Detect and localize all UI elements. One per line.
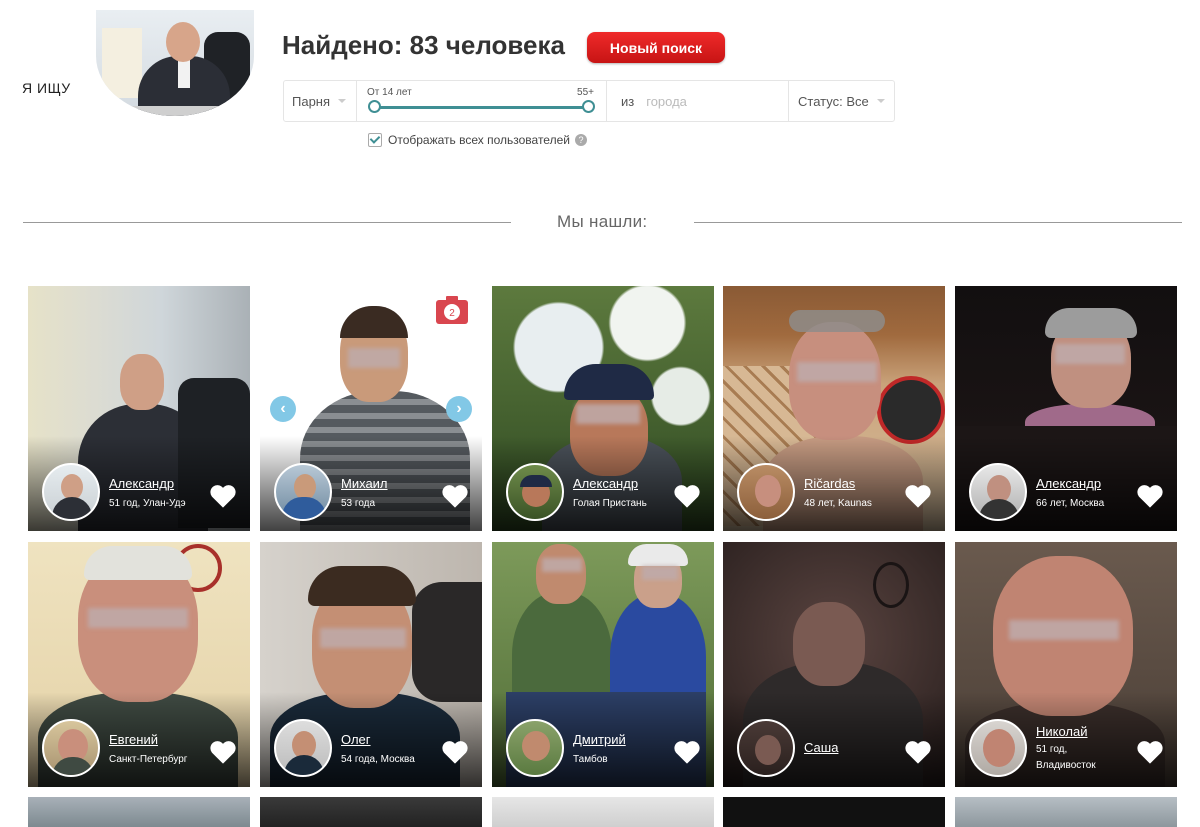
profile-name-link[interactable]: Олег xyxy=(341,732,371,747)
city-filter: из xyxy=(607,81,789,121)
divider-left xyxy=(23,222,511,223)
profile-meta: Тамбов xyxy=(573,754,608,765)
camera-icon[interactable]: 2 xyxy=(436,296,468,324)
heart-icon[interactable] xyxy=(1136,483,1164,509)
profile-name-link[interactable]: Александр xyxy=(1036,476,1101,491)
status-select-value: Статус: Все xyxy=(798,93,869,109)
avatar[interactable] xyxy=(506,719,564,777)
show-all-label: Отображать всех пользователей xyxy=(388,133,570,147)
profile-card[interactable]: Александр 51 год, Улан-Удэ xyxy=(28,286,250,531)
age-from-label: От 14 лет xyxy=(367,87,412,98)
avatar[interactable] xyxy=(42,719,100,777)
carousel-next-button[interactable]: › xyxy=(446,396,472,422)
profile-name-link[interactable]: Александр xyxy=(573,476,638,491)
profile-meta: 51 год, xyxy=(1036,744,1068,755)
status-select[interactable]: Статус: Все xyxy=(789,81,894,121)
results-count-title: Найдено: 83 человека xyxy=(282,30,565,60)
heart-icon[interactable] xyxy=(209,483,237,509)
profile-name-link[interactable]: Александр xyxy=(109,476,174,491)
divider-right xyxy=(694,222,1182,223)
show-all-checkbox[interactable] xyxy=(368,133,382,147)
profile-card[interactable]: Александр Голая Пристань xyxy=(492,286,714,531)
heart-icon[interactable] xyxy=(904,739,932,765)
new-search-button[interactable]: Новый поиск xyxy=(587,32,725,63)
avatar[interactable] xyxy=(737,463,795,521)
avatar[interactable] xyxy=(506,463,564,521)
gender-select-value: Парня xyxy=(292,93,331,109)
avatar[interactable] xyxy=(274,719,332,777)
profile-card[interactable] xyxy=(28,797,250,827)
heart-icon[interactable] xyxy=(441,739,469,765)
avatar[interactable] xyxy=(274,463,332,521)
profile-card[interactable]: Евгений Санкт-Петербург xyxy=(28,542,250,787)
age-range-slider[interactable]: От 14 лет 55+ xyxy=(357,81,607,121)
svg-text:2: 2 xyxy=(449,308,455,319)
avatar[interactable] xyxy=(42,463,100,521)
avatar[interactable] xyxy=(969,719,1027,777)
profile-card[interactable]: Олег 54 года, Москва xyxy=(260,542,482,787)
profile-meta: 54 года, Москва xyxy=(341,754,415,765)
search-label: Я ИЩУ xyxy=(22,80,71,96)
profile-meta: 53 года xyxy=(341,498,376,509)
chevron-down-icon xyxy=(876,99,885,103)
profile-card[interactable] xyxy=(955,797,1177,827)
profile-card[interactable]: Александр 66 лет, Москва xyxy=(955,286,1177,531)
profile-card[interactable] xyxy=(723,797,945,827)
city-prefix-label: из xyxy=(621,93,635,109)
profile-name-link[interactable]: Евгений xyxy=(109,732,158,747)
profile-name-link[interactable]: Саша xyxy=(804,740,838,755)
profile-card[interactable] xyxy=(492,797,714,827)
profile-name-link[interactable]: Ričardas xyxy=(804,476,855,491)
profile-meta: 51 год, Улан-Удэ xyxy=(109,498,186,509)
results-section-title: Мы нашли: xyxy=(557,212,648,231)
profile-card[interactable]: Николай 51 год, Владивосток xyxy=(955,542,1177,787)
own-profile-photo[interactable] xyxy=(96,10,254,116)
show-all-users-option[interactable]: Отображать всех пользователей ? xyxy=(368,133,587,147)
profile-meta: 66 лет, Москва xyxy=(1036,498,1105,509)
city-input[interactable] xyxy=(644,92,769,110)
age-max-handle[interactable] xyxy=(582,100,595,113)
age-to-label: 55+ xyxy=(577,87,594,98)
profile-meta: Голая Пристань xyxy=(573,498,647,509)
heart-icon[interactable] xyxy=(673,483,701,509)
profile-meta: 48 лет, Kaunas xyxy=(804,498,872,509)
chevron-down-icon xyxy=(338,99,347,103)
profile-card[interactable]: ‹ › 2 Михаил 53 года xyxy=(260,286,482,531)
heart-icon[interactable] xyxy=(209,739,237,765)
avatar[interactable] xyxy=(969,463,1027,521)
age-range-track xyxy=(373,106,590,109)
profile-name-link[interactable]: Николай xyxy=(1036,724,1088,739)
profile-name-link[interactable]: Михаил xyxy=(341,476,388,491)
avatar[interactable] xyxy=(737,719,795,777)
profile-card[interactable]: Саша xyxy=(723,542,945,787)
heart-icon[interactable] xyxy=(441,483,469,509)
heart-icon[interactable] xyxy=(904,483,932,509)
profile-meta-city: Владивосток xyxy=(1036,760,1096,771)
profile-card[interactable] xyxy=(260,797,482,827)
profile-meta: Санкт-Петербург xyxy=(109,754,188,765)
profile-card[interactable]: Ričardas 48 лет, Kaunas xyxy=(723,286,945,531)
help-icon[interactable]: ? xyxy=(574,134,587,146)
profile-name-link[interactable]: Дмитрий xyxy=(573,732,626,747)
search-filters-bar: Парня От 14 лет 55+ из Статус: Все xyxy=(283,80,895,122)
heart-icon[interactable] xyxy=(1136,739,1164,765)
age-min-handle[interactable] xyxy=(368,100,381,113)
heart-icon[interactable] xyxy=(673,739,701,765)
profile-card[interactable]: Дмитрий Тамбов xyxy=(492,542,714,787)
gender-select[interactable]: Парня xyxy=(284,81,357,121)
carousel-prev-button[interactable]: ‹ xyxy=(270,396,296,422)
